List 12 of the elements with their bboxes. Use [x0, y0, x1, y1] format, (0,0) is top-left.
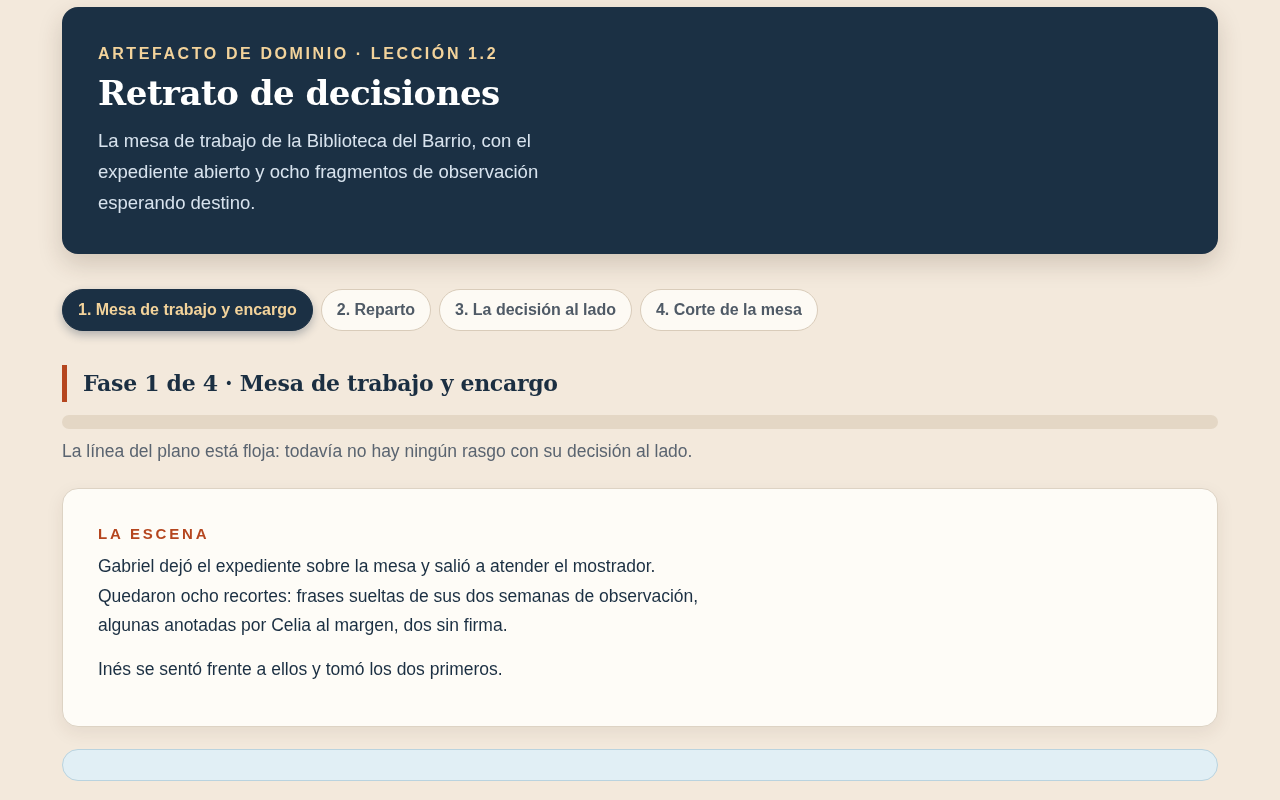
- scene-paragraph: Gabriel dejó el expediente sobre la mesa y salió a atender el mostrador. Quedaron ocho recortes: frases sueltas de sus dos semanas de observación, algunas anotadas por Celia al margen, dos sin firma.: [98, 555, 700, 637]
- tab[interactable]: 1. Mesa de trabajo y encargo: [62, 289, 313, 331]
- tab[interactable]: 4. Corte de la mesa: [639, 289, 818, 331]
- progress-note: La línea del plano está floja: todavía no hay ningún rasgo con su decisión al lado.: [62, 441, 694, 462]
- tab[interactable]: 2. Reparto: [320, 289, 431, 331]
- phase-heading: Fase 1 de 4 · Mesa de trabajo y encargo: [62, 365, 1218, 402]
- scene-paragraph: Inés se sentó frente a ellos y tomó los dos primeros.: [98, 657, 504, 681]
- tab[interactable]: 3. La decisión al lado: [439, 289, 632, 331]
- page-title: Retrato de decisiones: [98, 73, 501, 113]
- eyebrow-label: ARTEFACTO DE DOMINIO · LECCIÓN 1.2: [98, 45, 500, 63]
- intro-text: La mesa de trabajo de la Biblioteca del Barrio, con el expediente abierto y ocho fragmentos de observación esperando destino.: [98, 129, 540, 215]
- section-label: LA ESCENA: [98, 525, 211, 542]
